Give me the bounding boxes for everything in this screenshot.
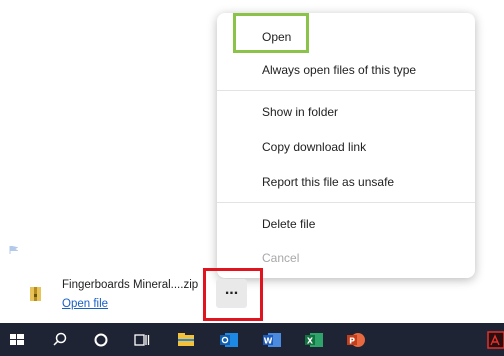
svg-text:W: W	[264, 337, 273, 346]
cortana-icon[interactable]	[93, 330, 109, 350]
excel-icon[interactable]: X	[304, 330, 324, 350]
svg-text:X: X	[307, 337, 314, 346]
outlook-icon[interactable]	[219, 330, 239, 350]
acrobat-icon[interactable]	[487, 330, 504, 350]
download-file-name: Fingerboards Mineral....zip	[62, 279, 199, 291]
menu-item-always-open[interactable]: Always open files of this type	[262, 63, 416, 77]
task-view-icon[interactable]	[134, 330, 150, 350]
powerpoint-icon[interactable]: P	[346, 330, 366, 350]
file-explorer-icon[interactable]	[177, 330, 195, 350]
more-options-highlight-box	[203, 268, 263, 321]
menu-separator	[217, 90, 475, 91]
search-icon[interactable]	[52, 330, 68, 350]
windows-start-icon[interactable]	[10, 330, 24, 350]
menu-item-copy-download-link[interactable]: Copy download link	[262, 140, 366, 154]
word-icon[interactable]: W	[262, 330, 282, 350]
zip-file-icon	[30, 287, 41, 301]
download-context-menu: Open Always open files of this type Show…	[217, 13, 475, 278]
menu-item-show-in-folder[interactable]: Show in folder	[262, 105, 338, 119]
menu-item-report-unsafe[interactable]: Report this file as unsafe	[262, 175, 394, 189]
menu-item-open[interactable]: Open	[262, 30, 291, 44]
windows-taskbar	[0, 323, 504, 356]
menu-item-delete-file[interactable]: Delete file	[262, 217, 315, 231]
menu-separator	[217, 202, 475, 203]
svg-text:P: P	[349, 337, 355, 346]
menu-item-cancel: Cancel	[262, 251, 300, 265]
flag-icon	[9, 246, 18, 254]
open-file-link[interactable]: Open file	[62, 298, 108, 310]
